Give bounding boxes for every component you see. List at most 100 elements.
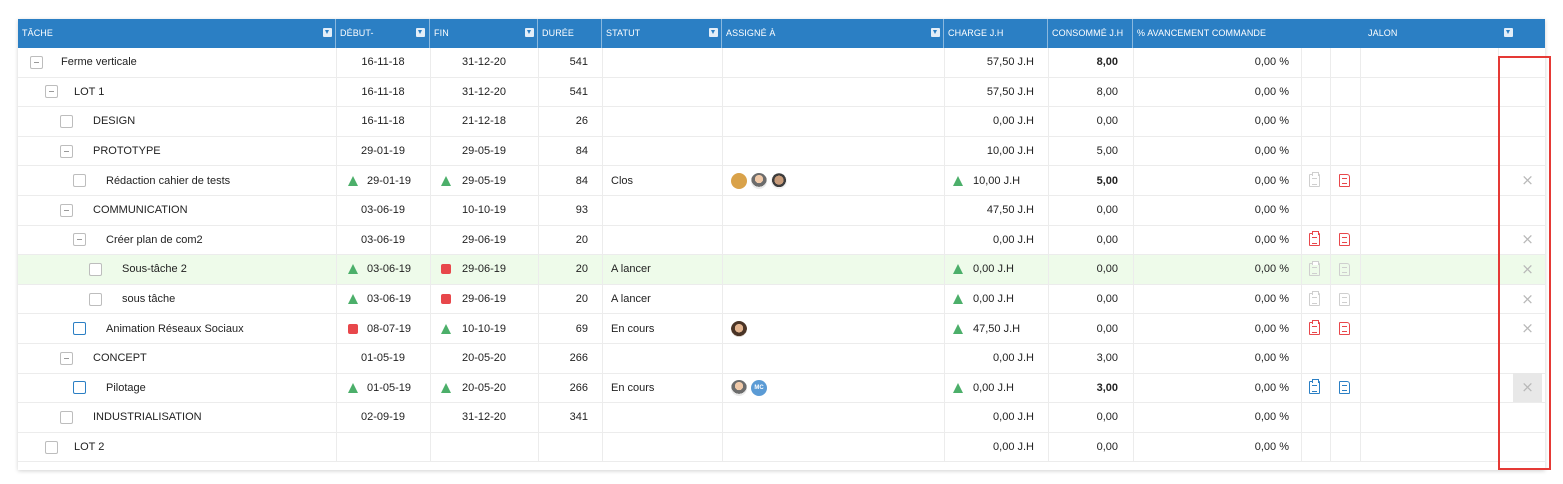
start-date-cell[interactable]: [336, 433, 430, 462]
avatar[interactable]: [771, 172, 787, 189]
start-date-cell[interactable]: 08-07-19: [336, 314, 430, 343]
workload-cell[interactable]: 57,50 J.H: [944, 48, 1034, 77]
start-date-cell[interactable]: 02-09-19: [336, 403, 430, 432]
clipboard-cell[interactable]: [1309, 226, 1320, 255]
clipboard-icon[interactable]: [1309, 320, 1320, 336]
start-date-cell[interactable]: 16-11-18: [336, 48, 430, 77]
column-header-avancement[interactable]: % AVANCEMENT COMMANDE: [1133, 19, 1363, 48]
table-row[interactable]: Rédaction cahier de tests 29-01-19 29-05-1…: [18, 166, 1545, 196]
table-row[interactable]: Sous-tâche 2 03-06-19 29-06-19 20 A lancer 0,…: [18, 255, 1545, 285]
column-header-jalon[interactable]: JALON: [1363, 19, 1498, 48]
status-cell[interactable]: Clos: [611, 166, 633, 195]
workload-cell[interactable]: 0,00 J.H: [944, 433, 1034, 462]
workload-cell[interactable]: 0,00 J.H: [944, 107, 1034, 136]
column-header-duree[interactable]: DURÉE: [538, 19, 602, 48]
clipboard-cell[interactable]: [1309, 166, 1320, 195]
end-date-cell[interactable]: 10-10-19: [430, 196, 538, 225]
column-header-charge[interactable]: CHARGE J.H: [944, 19, 1048, 48]
task-name-cell[interactable]: Sous-tâche 2: [89, 255, 187, 284]
task-name-cell[interactable]: DESIGN: [60, 107, 135, 136]
task-name-cell[interactable]: Pilotage: [73, 374, 146, 403]
table-row[interactable]: LOT 1 16-11-18 31-12-20 541 57,50 J.H 8,00 0,0…: [18, 77, 1545, 108]
note-cell[interactable]: [1339, 285, 1350, 314]
clipboard-icon[interactable]: [1309, 290, 1320, 306]
avatar[interactable]: [731, 320, 747, 337]
filter-icon[interactable]: [1504, 28, 1513, 37]
status-cell[interactable]: En cours: [611, 314, 654, 343]
end-date-cell[interactable]: 21-12-18: [430, 107, 538, 136]
row-checkbox[interactable]: [89, 292, 102, 306]
start-date-cell[interactable]: 01-05-19: [336, 374, 430, 403]
note-icon[interactable]: [1339, 174, 1350, 188]
row-checkbox[interactable]: [89, 262, 102, 276]
filter-icon[interactable]: [709, 28, 718, 37]
filter-icon[interactable]: [323, 28, 332, 37]
start-date-cell[interactable]: 16-11-18: [336, 78, 430, 107]
workload-cell[interactable]: 0,00 J.H: [944, 403, 1034, 432]
collapse-toggle[interactable]: [30, 55, 43, 69]
filter-icon[interactable]: [525, 28, 534, 37]
start-date-cell[interactable]: 03-06-19: [336, 285, 430, 314]
end-date-cell[interactable]: 29-06-19: [430, 255, 538, 284]
note-icon[interactable]: [1339, 262, 1350, 276]
row-checkbox[interactable]: [60, 410, 73, 424]
clipboard-cell[interactable]: [1309, 374, 1320, 403]
task-name-cell[interactable]: PROTOTYPE: [60, 137, 161, 166]
table-row[interactable]: Créer plan de com2 03-06-19 29-06-19 20 0,00…: [18, 225, 1545, 256]
task-name-cell[interactable]: Ferme verticale: [30, 48, 137, 77]
clipboard-cell[interactable]: [1309, 285, 1320, 314]
start-date-cell[interactable]: 16-11-18: [336, 107, 430, 136]
note-icon[interactable]: [1339, 322, 1350, 336]
start-date-cell[interactable]: 29-01-19: [336, 166, 430, 195]
task-name-cell[interactable]: Animation Réseaux Sociaux: [73, 314, 244, 343]
end-date-cell[interactable]: 29-05-19: [430, 137, 538, 166]
status-cell[interactable]: A lancer: [611, 255, 651, 284]
table-row[interactable]: INDUSTRIALISATION 02-09-19 31-12-20 341 0,00…: [18, 403, 1545, 433]
clipboard-cell[interactable]: [1309, 255, 1320, 284]
assignees-cell[interactable]: [731, 314, 751, 343]
table-row[interactable]: LOT 2 0,00 J.H 0,00 0,00 %: [18, 432, 1545, 463]
workload-cell[interactable]: 0,00 J.H: [944, 255, 1034, 284]
column-header-tache[interactable]: TÂCHE: [18, 19, 336, 48]
workload-cell[interactable]: 0,00 J.H: [944, 285, 1034, 314]
workload-cell[interactable]: 10,00 J.H: [944, 137, 1034, 166]
table-row[interactable]: Pilotage 01-05-19 20-05-20 266 En cours MC 0,0…: [18, 373, 1545, 404]
note-cell[interactable]: [1339, 314, 1350, 343]
clipboard-icon[interactable]: [1309, 260, 1320, 276]
end-date-cell[interactable]: 20-05-20: [430, 374, 538, 403]
row-checkbox[interactable]: [45, 440, 58, 454]
table-row[interactable]: COMMUNICATION 03-06-19 10-10-19 93 47,50 J.H…: [18, 196, 1545, 226]
task-name-cell[interactable]: LOT 1: [45, 78, 104, 107]
collapse-toggle[interactable]: [60, 144, 73, 158]
avatar[interactable]: [731, 172, 747, 189]
clipboard-icon[interactable]: [1309, 172, 1320, 188]
task-name-cell[interactable]: CONCEPT: [60, 344, 147, 373]
start-date-cell[interactable]: 01-05-19: [336, 344, 430, 373]
filter-icon[interactable]: [931, 28, 940, 37]
table-row[interactable]: DESIGN 16-11-18 21-12-18 26 0,00 J.H 0,00 0,00…: [18, 107, 1545, 137]
assignees-cell[interactable]: [731, 166, 791, 195]
start-date-cell[interactable]: 29-01-19: [336, 137, 430, 166]
column-header-assigne[interactable]: ASSIGNÉ À: [722, 19, 944, 48]
note-icon[interactable]: [1339, 233, 1350, 247]
note-cell[interactable]: [1339, 166, 1350, 195]
end-date-cell[interactable]: [430, 433, 538, 462]
clipboard-icon[interactable]: [1309, 231, 1320, 247]
task-name-cell[interactable]: sous tâche: [89, 285, 175, 314]
row-checkbox[interactable]: [73, 381, 86, 395]
task-name-cell[interactable]: INDUSTRIALISATION: [60, 403, 202, 432]
end-date-cell[interactable]: 20-05-20: [430, 344, 538, 373]
table-row[interactable]: CONCEPT 01-05-19 20-05-20 266 0,00 J.H 3,00 0,…: [18, 344, 1545, 374]
column-header-fin[interactable]: FIN: [430, 19, 538, 48]
row-checkbox[interactable]: [73, 174, 86, 188]
workload-cell[interactable]: 47,50 J.H: [944, 196, 1034, 225]
table-row[interactable]: PROTOTYPE 29-01-19 29-05-19 84 10,00 J.H 5,00…: [18, 136, 1545, 167]
row-checkbox[interactable]: [73, 322, 86, 336]
filter-icon[interactable]: [416, 28, 425, 37]
end-date-cell[interactable]: 29-06-19: [430, 226, 538, 255]
note-cell[interactable]: [1339, 374, 1350, 403]
start-date-cell[interactable]: 03-06-19: [336, 226, 430, 255]
column-header-debut[interactable]: DÉBUT-: [336, 19, 430, 48]
avatar[interactable]: [751, 172, 767, 189]
avatar[interactable]: [731, 379, 747, 396]
